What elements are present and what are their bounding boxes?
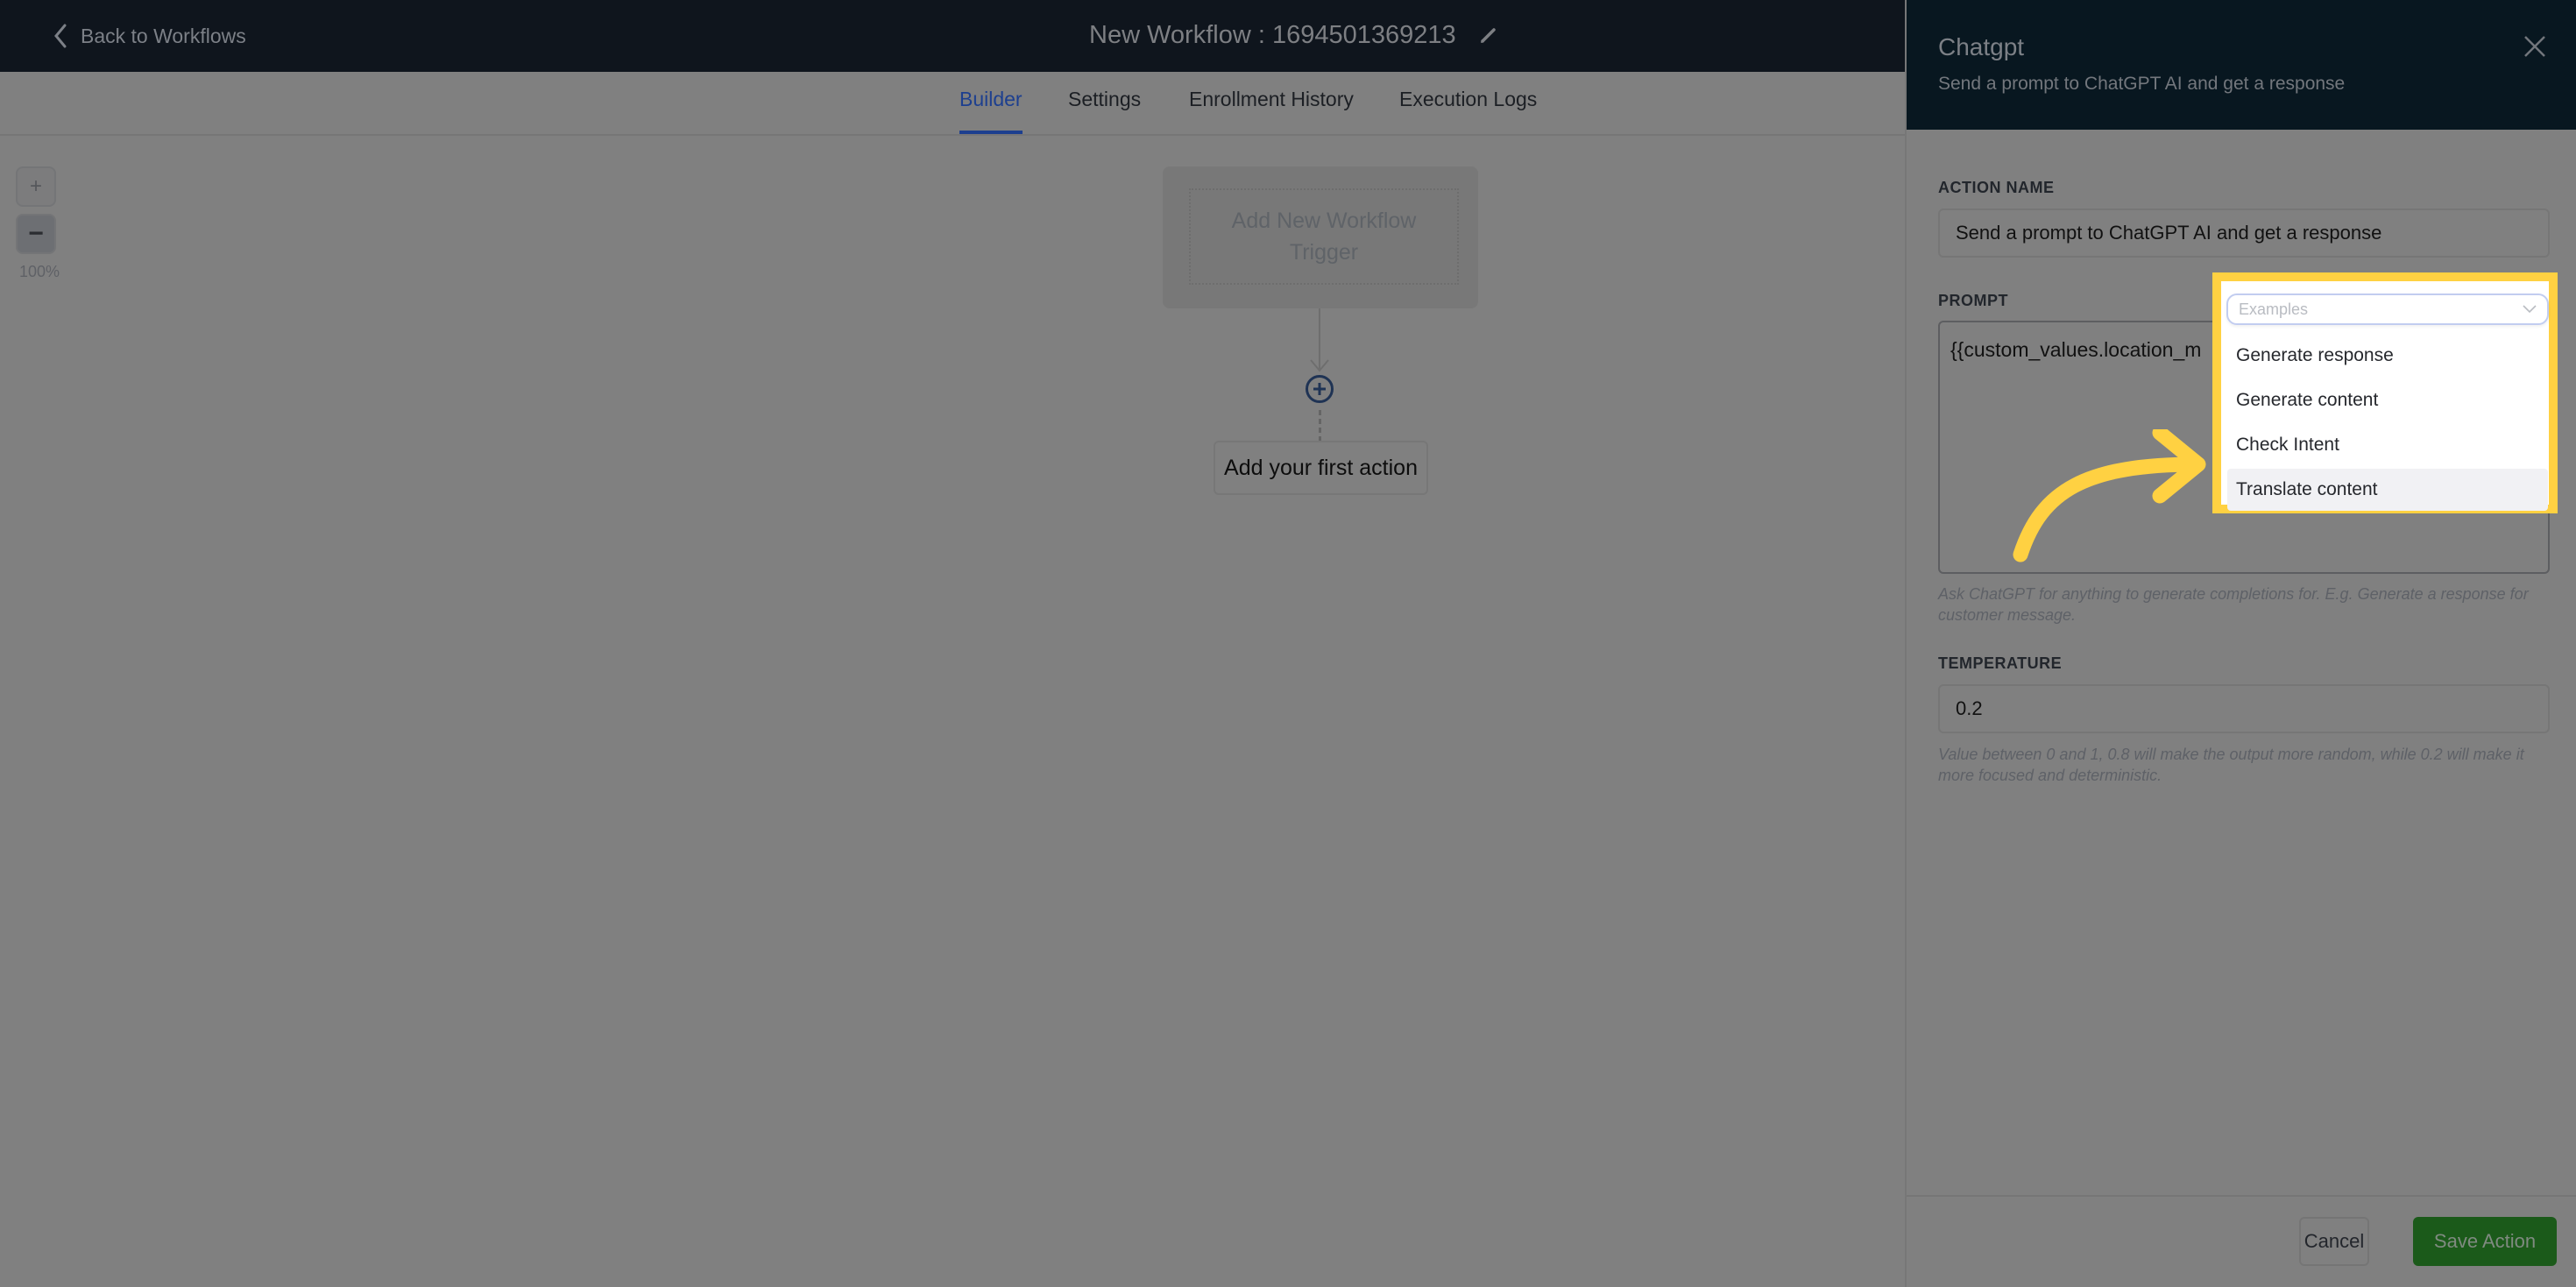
panel-subtitle: Send a prompt to ChatGPT AI and get a re… bbox=[1938, 74, 2346, 94]
action-name-label: ACTION NAME bbox=[1938, 179, 2055, 196]
zoom-in-button[interactable]: + bbox=[16, 166, 56, 207]
dropdown-option-generate-response[interactable]: Generate response bbox=[2227, 335, 2548, 377]
examples-placeholder: Examples bbox=[2239, 300, 2309, 318]
add-first-action-button[interactable]: Add your first action bbox=[1214, 441, 1428, 495]
panel-title: Chatgpt bbox=[1938, 33, 2025, 60]
option-label: Generate response bbox=[2236, 345, 2394, 365]
chevron-down-icon bbox=[2523, 305, 2537, 314]
option-label: Generate content bbox=[2236, 390, 2379, 410]
tab-settings[interactable]: Settings bbox=[1068, 88, 1141, 134]
tab-builder[interactable]: Builder bbox=[959, 88, 1023, 134]
minus-icon: − bbox=[28, 219, 44, 248]
option-label: Check Intent bbox=[2236, 435, 2339, 455]
back-label: Back to Workflows bbox=[81, 24, 246, 47]
chevron-left-icon bbox=[54, 24, 67, 48]
first-action-label: Add your first action bbox=[1224, 455, 1418, 480]
trigger-label-line2: Trigger bbox=[1289, 240, 1359, 265]
temperature-input[interactable]: 0.2 bbox=[1938, 684, 2550, 733]
footer-divider bbox=[1907, 1195, 2576, 1197]
close-icon[interactable] bbox=[2522, 33, 2548, 60]
trigger-label-line1: Add New Workflow bbox=[1231, 209, 1417, 233]
workflow-title: New Workflow : 1694501369213 bbox=[1089, 18, 1498, 53]
panel-header: Chatgpt Send a prompt to ChatGPT AI and … bbox=[1907, 0, 2576, 130]
dropdown-option-generate-content[interactable]: Generate content bbox=[2227, 379, 2548, 421]
workflow-title-text: New Workflow : 1694501369213 bbox=[1089, 20, 1456, 49]
prompt-value: {{custom_values.location_m bbox=[1950, 338, 2202, 361]
dropdown-option-check-intent[interactable]: Check Intent bbox=[2227, 424, 2548, 466]
tab-enrollment-history[interactable]: Enrollment History bbox=[1189, 88, 1354, 134]
temperature-hint: Value between 0 and 1, 0.8 will make the… bbox=[1938, 746, 2524, 784]
dashed-connector bbox=[1319, 410, 1321, 442]
cancel-button[interactable]: Cancel bbox=[2299, 1217, 2369, 1266]
save-action-label: Save Action bbox=[2433, 1230, 2537, 1252]
save-action-button[interactable]: Save Action bbox=[2413, 1217, 2557, 1266]
action-name-value: Send a prompt to ChatGPT AI and get a re… bbox=[1956, 222, 2382, 244]
tabs-bar: Builder Settings Enrollment History Exec… bbox=[0, 72, 1905, 136]
prompt-hint: Ask ChatGPT for anything to generate com… bbox=[1938, 585, 2529, 624]
option-label: Translate content bbox=[2236, 479, 2378, 499]
temperature-value: 0.2 bbox=[1956, 697, 1983, 719]
arrow-down-icon bbox=[1310, 359, 1329, 372]
examples-dropdown-highlight: Examples Generate response Generate cont… bbox=[2212, 272, 2558, 513]
back-to-workflows-link[interactable]: Back to Workflows bbox=[53, 19, 246, 53]
temperature-label: TEMPERATURE bbox=[1938, 654, 2063, 672]
prompt-label: PROMPT bbox=[1938, 292, 2009, 309]
zoom-out-button[interactable]: − bbox=[16, 214, 56, 254]
add-action-plus-icon[interactable] bbox=[1305, 374, 1334, 404]
zoom-level: 100% bbox=[19, 263, 60, 280]
action-name-input[interactable]: Send a prompt to ChatGPT AI and get a re… bbox=[1938, 209, 2550, 258]
tab-execution-logs[interactable]: Execution Logs bbox=[1399, 88, 1537, 134]
add-trigger-node[interactable]: Add New Workflow Trigger bbox=[1189, 188, 1459, 285]
dropdown-option-translate-content[interactable]: Translate content bbox=[2227, 469, 2548, 511]
examples-select[interactable]: Examples bbox=[2226, 293, 2549, 325]
action-side-panel: Chatgpt Send a prompt to ChatGPT AI and … bbox=[1905, 0, 2576, 1287]
pencil-edit-icon[interactable] bbox=[1479, 25, 1498, 45]
plus-icon: + bbox=[29, 174, 42, 198]
cancel-label: Cancel bbox=[2304, 1230, 2365, 1252]
